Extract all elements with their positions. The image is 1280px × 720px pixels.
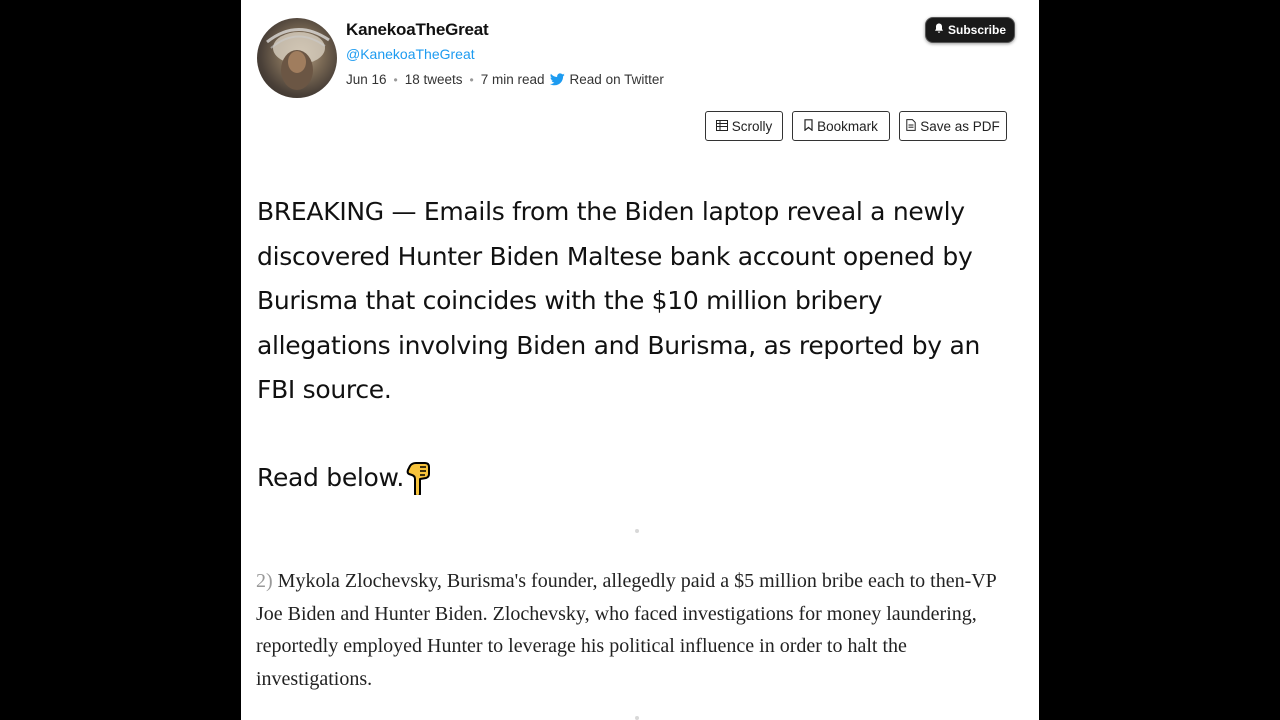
- pointing-down-emoji: [406, 461, 432, 495]
- tweet-separator: [635, 716, 639, 720]
- bookmark-label: Bookmark: [817, 118, 878, 134]
- tweet-number: 2): [256, 570, 273, 592]
- scrolly-icon: [715, 119, 728, 134]
- tweet-2-text: Mykola Zlochevsky, Burisma's founder, al…: [256, 570, 997, 691]
- meta-separator: •: [469, 72, 474, 87]
- thread-page: KanekoaTheGreat @KanekoaTheGreat Jun 16 …: [241, 0, 1039, 720]
- scrolly-label: Scrolly: [731, 118, 773, 134]
- tweet-1-text: BREAKING — Emails from the Biden laptop …: [257, 197, 981, 404]
- post-date: Jun 16: [346, 72, 387, 87]
- read-on-twitter-link[interactable]: Read on Twitter: [570, 72, 664, 87]
- author-handle[interactable]: @KanekoaTheGreat: [346, 46, 475, 62]
- save-pdf-label: Save as PDF: [920, 118, 1000, 134]
- author-name[interactable]: KanekoaTheGreat: [346, 20, 489, 40]
- read-time: 7 min read: [480, 72, 545, 87]
- subscribe-label: Subscribe: [947, 23, 1007, 37]
- save-pdf-button[interactable]: Save as PDF: [899, 111, 1007, 141]
- scrolly-button[interactable]: Scrolly: [705, 111, 783, 141]
- tweet-count: 18 tweets: [404, 72, 463, 87]
- meta-separator: •: [393, 72, 398, 87]
- bookmark-icon: [804, 118, 813, 134]
- thread-meta: Jun 16 • 18 tweets • 7 min read Read on …: [346, 72, 664, 87]
- tweet-2: 2) Mykola Zlochevsky, Burisma's founder,…: [256, 565, 1026, 696]
- twitter-bird-icon: [549, 73, 565, 86]
- tweet-separator: [635, 529, 639, 533]
- bell-icon: [934, 23, 944, 37]
- bookmark-button[interactable]: Bookmark: [792, 111, 890, 141]
- subscribe-button[interactable]: Subscribe: [925, 17, 1015, 43]
- avatar[interactable]: [257, 18, 337, 98]
- pdf-icon: [906, 118, 916, 134]
- tweet-1-read-below: Read below.: [257, 456, 432, 500]
- read-below-text: Read below.: [257, 463, 405, 492]
